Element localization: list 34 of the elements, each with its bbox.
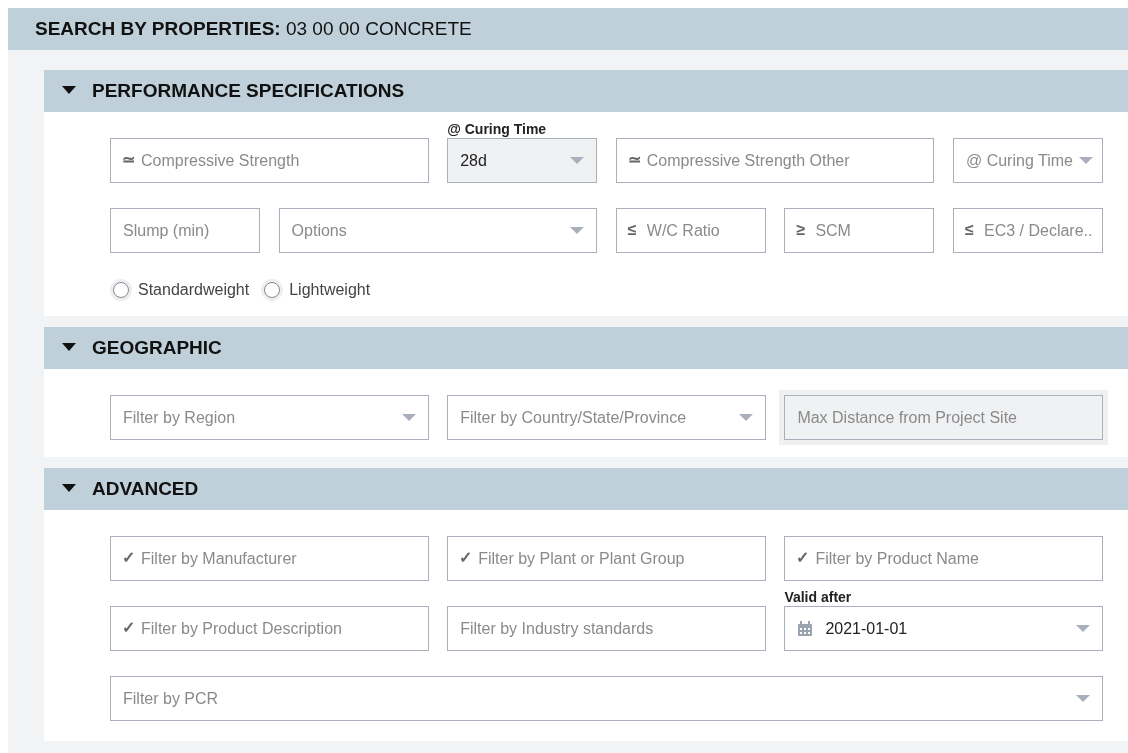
- radio-option[interactable]: Lightweight: [261, 278, 371, 302]
- caret-icon: [570, 157, 585, 164]
- caret-icon: [738, 414, 753, 421]
- prefix-symbol: ✓: [459, 548, 473, 568]
- caret-icon: [570, 227, 585, 234]
- prefix-symbol: ≃: [627, 150, 641, 170]
- dropdown[interactable]: @ Curing Time: [952, 138, 1103, 183]
- field-label: @ Curing Time: [447, 120, 547, 139]
- prefix-symbol: ≃: [122, 150, 135, 170]
- input-field[interactable]: Filter by Industry standards: [447, 606, 766, 651]
- caret-icon: [1075, 625, 1090, 632]
- prefix-symbol: ✓: [122, 548, 135, 568]
- caret-icon: [1078, 157, 1093, 164]
- prefix-symbol: ✓: [796, 548, 810, 568]
- caret-icon: [401, 414, 416, 421]
- section-header[interactable]: PERFORMANCE SPECIFICATIONS: [44, 70, 1128, 112]
- calendar-icon: [797, 620, 814, 637]
- date-picker[interactable]: 2021-01-01: [784, 606, 1103, 651]
- section-title: GEOGRAPHIC: [92, 335, 222, 360]
- section-title: PERFORMANCE SPECIFICATIONS: [92, 78, 405, 103]
- prefix-symbol: ≤: [627, 220, 637, 240]
- field-label: Valid after: [784, 588, 852, 607]
- prefix-symbol: ✓: [122, 618, 135, 638]
- dropdown[interactable]: Filter by Country/State/Province: [447, 395, 766, 440]
- page-title: SEARCH BY PROPERTIES: 03 00 00 CONCRETE: [35, 16, 472, 41]
- section-header[interactable]: GEOGRAPHIC: [44, 327, 1128, 369]
- prefix-symbol: ≥: [796, 220, 806, 240]
- radio-option[interactable]: Standardweight: [110, 278, 250, 302]
- section-title: ADVANCED: [92, 476, 199, 501]
- input-field[interactable]: Slump (min): [110, 208, 260, 253]
- section-header[interactable]: ADVANCED: [44, 468, 1128, 510]
- prefix-symbol: ≤: [964, 220, 974, 240]
- caret-icon: [1075, 695, 1090, 702]
- dropdown[interactable]: Options: [278, 208, 598, 253]
